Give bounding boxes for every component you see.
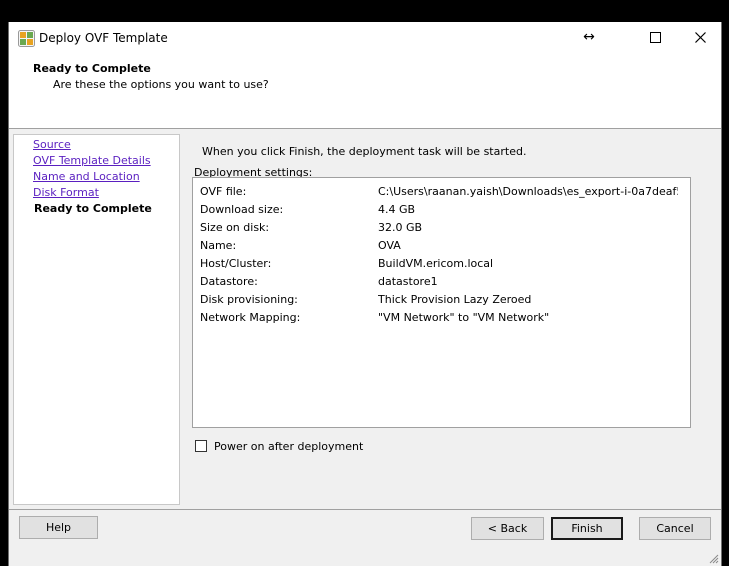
resize-glyph: ↔ [583, 29, 595, 45]
step-source-link[interactable]: Source [33, 138, 71, 151]
cancel-button[interactable]: Cancel [639, 517, 711, 540]
maximize-icon [649, 31, 661, 43]
title-bar[interactable]: Deploy OVF Template ↔ [9, 22, 721, 55]
finish-button[interactable]: Finish [551, 517, 623, 540]
intro-text: When you click Finish, the deployment ta… [202, 145, 527, 158]
window-title: Deploy OVF Template [39, 31, 168, 45]
step-ovf-template-details-link[interactable]: OVF Template Details [33, 154, 151, 167]
deploy-ovf-window: Deploy OVF Template ↔ Ready to Complete … [8, 22, 722, 566]
wizard-steps-sidebar: Source OVF Template Details Name and Loc… [13, 134, 180, 505]
setting-value: "VM Network" to "VM Network" [378, 311, 550, 324]
setting-key: Disk provisioning: [200, 293, 298, 306]
setting-key: Host/Cluster: [200, 257, 272, 270]
setting-key: Name: [200, 239, 237, 252]
maximize-button[interactable] [635, 22, 675, 53]
setting-value: 4.4 GB [378, 203, 416, 216]
setting-key: Network Mapping: [200, 311, 301, 324]
page-subtitle: Are these the options you want to use? [53, 78, 269, 91]
setting-value: datastore1 [378, 275, 438, 288]
resize-icon[interactable]: ↔ [569, 22, 609, 53]
setting-key: Datastore: [200, 275, 258, 288]
setting-key: Download size: [200, 203, 284, 216]
setting-value: OVA [378, 239, 401, 252]
setting-key: Size on disk: [200, 221, 270, 234]
setting-value: Thick Provision Lazy Zeroed [378, 293, 532, 306]
step-ready-to-complete: Ready to Complete [34, 202, 152, 215]
footer-divider [9, 509, 721, 510]
wizard-header: Ready to Complete Are these the options … [9, 55, 721, 129]
deployment-settings-list[interactable]: OVF file: C:\Users\raanan.yaish\Download… [192, 177, 691, 428]
page-title: Ready to Complete [33, 62, 151, 75]
close-button[interactable] [680, 22, 720, 53]
help-button[interactable]: Help [19, 516, 98, 539]
step-disk-format-link[interactable]: Disk Format [33, 186, 99, 199]
close-icon [694, 31, 706, 43]
setting-key: OVF file: [200, 185, 247, 198]
setting-value: 32.0 GB [378, 221, 423, 234]
power-on-label[interactable]: Power on after deployment [214, 440, 363, 453]
vsphere-app-icon [18, 30, 35, 47]
step-name-and-location-link[interactable]: Name and Location [33, 170, 140, 183]
setting-value: C:\Users\raanan.yaish\Downloads\es_expor… [378, 185, 678, 198]
setting-value: BuildVM.ericom.local [378, 257, 494, 270]
resize-grip-icon[interactable] [707, 552, 719, 564]
back-button[interactable]: < Back [471, 517, 544, 540]
power-on-checkbox[interactable] [195, 440, 207, 452]
